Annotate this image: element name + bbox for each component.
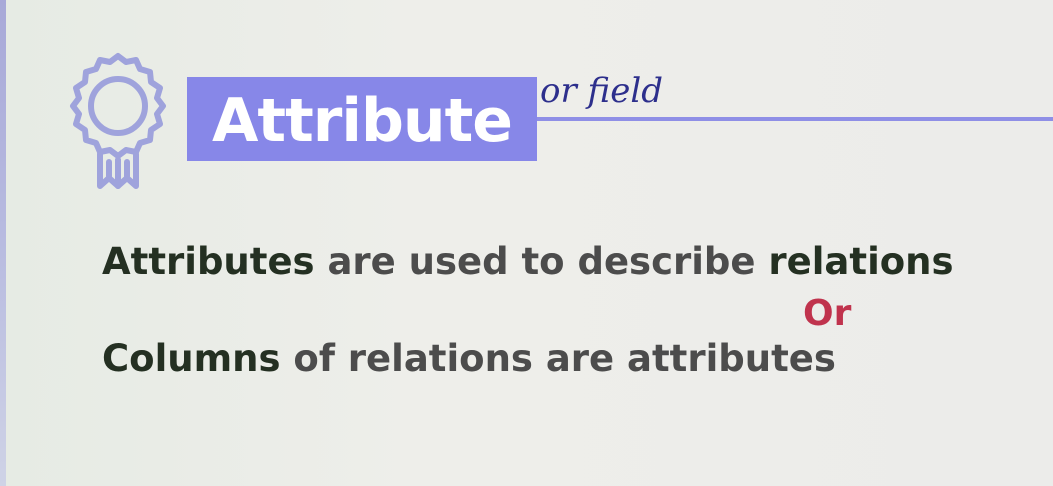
line1-term-attributes: Attributes — [102, 240, 315, 283]
definition-line-2: Columns of relations are attributes — [102, 337, 836, 381]
line2-rest-text: of relations are attributes — [280, 337, 836, 380]
line2-term-columns: Columns — [102, 337, 281, 380]
award-ribbon-icon — [70, 53, 166, 189]
left-edge-bar — [0, 0, 6, 486]
handwritten-note-text: or field — [540, 71, 663, 111]
line1-middle-text: are used to describe — [314, 240, 769, 283]
line1-term-relations: relations — [768, 240, 954, 283]
slide-title: Attribute — [212, 86, 513, 156]
title-highlight-box: Attribute — [187, 77, 537, 161]
definition-line-1: Attributes are used to describe relation… — [102, 240, 954, 284]
handwritten-annotation: or field — [540, 71, 663, 111]
or-separator: Or — [803, 293, 852, 334]
